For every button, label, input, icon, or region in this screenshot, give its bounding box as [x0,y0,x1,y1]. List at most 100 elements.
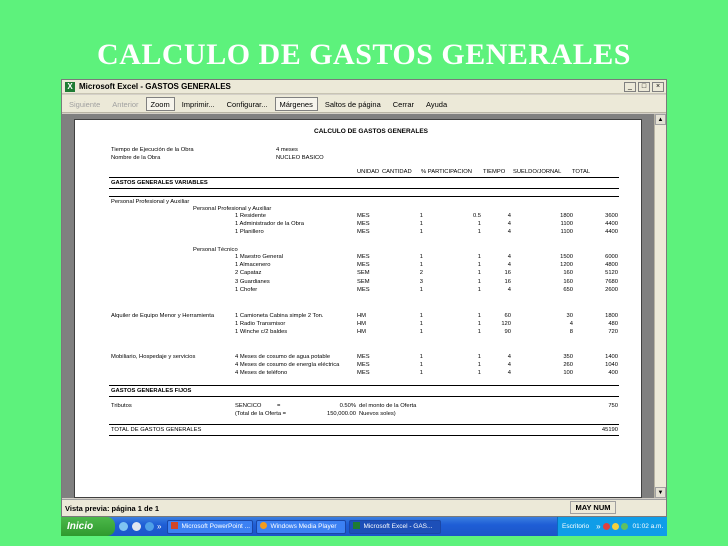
close-button[interactable]: × [652,81,664,92]
subgroup-label: Personal Profesional y Auxiliar [193,206,272,212]
vertical-scrollbar[interactable]: ▲ ▼ [654,114,666,498]
table-cell: 1 Planillero [235,229,264,236]
table-cell: MES [357,370,370,377]
table-cell: 100 [563,370,573,377]
tray-icon[interactable] [611,523,619,530]
table-cell: MES [357,354,370,360]
table-cell: 1 [477,321,481,328]
clock: 01:02 a.m. [632,523,664,530]
table-cell: 1 [477,270,481,277]
column-header: TOTAL [572,169,591,175]
table-cell: 4 [507,362,511,369]
oferta-value: 150,000.00 [326,411,356,417]
maximize-button[interactable]: □ [638,81,650,92]
table-cell: 3 [419,278,423,285]
table-cell: 260 [563,362,573,369]
table-cell: HM [357,329,367,336]
table-cell: 4 [507,262,511,269]
margins-button[interactable]: Márgenes [274,96,318,111]
quicklaunch-icon[interactable] [132,522,141,531]
total-value: 45190 [601,427,618,433]
setup-button[interactable]: Configurar... [222,97,273,111]
keyboard-mode: MAY NUM [570,501,616,514]
table-cell: 1800 [560,213,573,219]
subgroup-label: Personal Técnico [193,247,238,253]
table-cell: 1 [477,221,481,228]
tray-icon[interactable] [602,523,610,530]
table-cell: 4400 [605,229,618,236]
zoom-button[interactable]: Zoom [145,96,175,111]
print-button[interactable]: Imprimir... [177,97,220,111]
desktop-toolbar[interactable]: Escritorio [562,523,589,530]
chevron-icon[interactable]: » [157,522,161,531]
section-title: GASTOS GENERALES FIJOS [111,388,192,394]
table-cell: 60 [504,313,511,319]
column-header: CANTIDAD [382,169,412,175]
table-cell: 480 [608,321,618,328]
table-cell: 1 [419,362,423,369]
table-cell: 400 [608,370,618,377]
scroll-down-icon[interactable]: ▼ [655,487,666,498]
table-cell: 1 [419,254,423,260]
table-cell: 1 [419,313,423,319]
close-preview-button[interactable]: Cerrar [388,97,419,111]
table-cell: 1100 [560,221,573,228]
previous-page-button[interactable]: Anterior [107,97,143,111]
table-cell: SEM [357,270,370,277]
table-cell: 0.5 [472,213,481,219]
table-cell: 7680 [605,278,618,285]
oferta-unit: Nuevos soles) [359,411,396,417]
task-excel[interactable]: Microsoft Excel - GAS... [349,519,442,534]
table-cell: 1 Maestro General [235,254,284,260]
scroll-up-icon[interactable]: ▲ [655,114,666,125]
table-cell: 4800 [605,262,618,269]
chevron-icon[interactable]: » [596,522,600,531]
table-cell: 1 [419,229,423,236]
slide-title: CALCULO DE GASTOS GENERALES [97,38,631,71]
taskbar: Inicio » Microsoft PowerPoint ... Window… [61,517,667,536]
divider [109,385,619,386]
excel-window: X Microsoft Excel - GASTOS GENERALES _ □… [61,79,667,517]
next-page-button[interactable]: Siguiente [64,97,105,111]
system-tray: Escritorio » 01:02 a.m. [557,517,667,536]
table-cell: 8 [569,329,573,336]
sencico-label: SENCICO [235,403,262,409]
divider [109,435,619,436]
table-cell: 1 Administrador de la Obra [235,221,304,228]
table-cell: 160 [563,278,573,285]
table-cell: 1 [477,313,481,319]
table-cell: 4 [507,254,511,260]
table-cell: 1500 [560,254,573,260]
help-button[interactable]: Ayuda [421,97,452,111]
start-button[interactable]: Inicio [61,517,115,536]
page-breaks-button[interactable]: Saltos de página [320,97,386,111]
table-cell: 4 Meses de cosumo de agua potable [235,354,331,360]
powerpoint-icon [171,521,179,529]
table-cell: 160 [563,270,573,277]
meta-value: 4 meses [276,147,298,153]
excel-icon [353,521,361,529]
table-cell: 1 [477,229,481,236]
table-cell: 1 [477,354,481,360]
task-media-player[interactable]: Windows Media Player [256,519,347,534]
title-bar: X Microsoft Excel - GASTOS GENERALES _ □… [62,80,666,94]
table-cell: 4 [507,370,511,377]
table-cell: 1 [477,370,481,377]
tray-icon[interactable] [620,523,628,530]
column-header: SUELDO/JORNAL [513,169,562,175]
table-cell: 1 [477,262,481,269]
minimize-button[interactable]: _ [624,81,636,92]
sencico-description: del monto de la Oferta [359,403,417,409]
table-cell: 1 Almacenero [235,262,271,269]
task-powerpoint[interactable]: Microsoft PowerPoint ... [167,519,254,534]
table-cell: 650 [563,286,573,293]
divider [109,177,619,178]
divider [109,396,619,397]
quicklaunch-icon[interactable] [145,522,154,531]
quicklaunch-icon[interactable] [119,522,128,531]
tributos-label: Tributos [111,403,132,409]
table-cell: 30 [566,313,573,319]
table-cell: 4 Meses de cosumo de energía eléctrica [235,362,340,369]
table-cell: 1400 [605,354,618,360]
table-cell: 1100 [560,229,573,236]
